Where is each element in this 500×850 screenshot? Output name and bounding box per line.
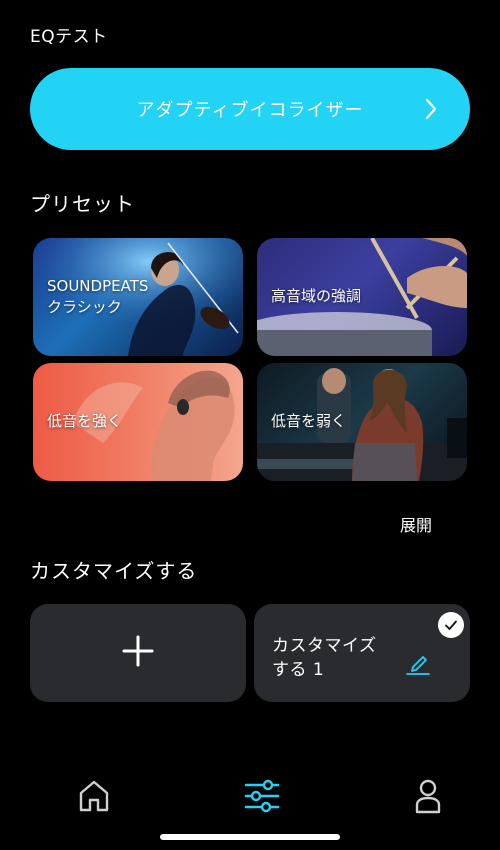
preset-card-bass-boost[interactable]: 低音を強く: [33, 363, 243, 481]
preset-bass-reduce-label: 低音を弱く: [271, 412, 347, 430]
preset-classic-line2: クラシック: [47, 298, 122, 316]
presets-section-title: プリセット: [30, 192, 135, 216]
bottom-tab-bar: [0, 770, 500, 830]
home-indicator: [160, 834, 340, 840]
preset-bass-boost-label: 低音を強く: [47, 412, 123, 430]
add-custom-eq-button[interactable]: [30, 604, 246, 702]
custom-eq-card-1[interactable]: カスタマイズ する 1: [254, 604, 470, 702]
plus-icon: [121, 634, 155, 672]
equalizer-icon: [244, 779, 280, 817]
tab-equalizer[interactable]: [242, 778, 282, 818]
edit-pencil-icon[interactable]: [404, 648, 432, 676]
preset-classic-line1: SOUNDPEATS: [47, 277, 149, 295]
eq-screen: EQテスト アダプティブイコライザー プリセット SOUNDPEATS クラシッ…: [0, 0, 500, 850]
adaptive-eq-label: アダプティブイコライザー: [136, 100, 364, 121]
preset-card-bass-reduce[interactable]: 低音を弱く: [257, 363, 467, 481]
home-icon: [78, 779, 110, 817]
tab-profile[interactable]: [408, 778, 448, 818]
custom-eq-name-line2: する 1: [272, 660, 325, 680]
profile-icon: [414, 778, 442, 818]
preset-card-treble-boost[interactable]: 高音域の強調: [257, 238, 467, 356]
tab-home[interactable]: [74, 778, 114, 818]
selected-check-icon: [438, 612, 464, 638]
custom-section-title: カスタマイズする: [30, 559, 198, 583]
page-title: EQテスト: [30, 27, 108, 47]
adaptive-eq-button[interactable]: アダプティブイコライザー: [30, 68, 470, 150]
chevron-right-icon: [420, 98, 442, 120]
expand-link[interactable]: 展開: [400, 512, 432, 536]
custom-eq-name-line1: カスタマイズ: [272, 636, 377, 656]
preset-card-classic[interactable]: SOUNDPEATS クラシック: [33, 238, 243, 356]
preset-treble-label: 高音域の強調: [271, 287, 362, 305]
